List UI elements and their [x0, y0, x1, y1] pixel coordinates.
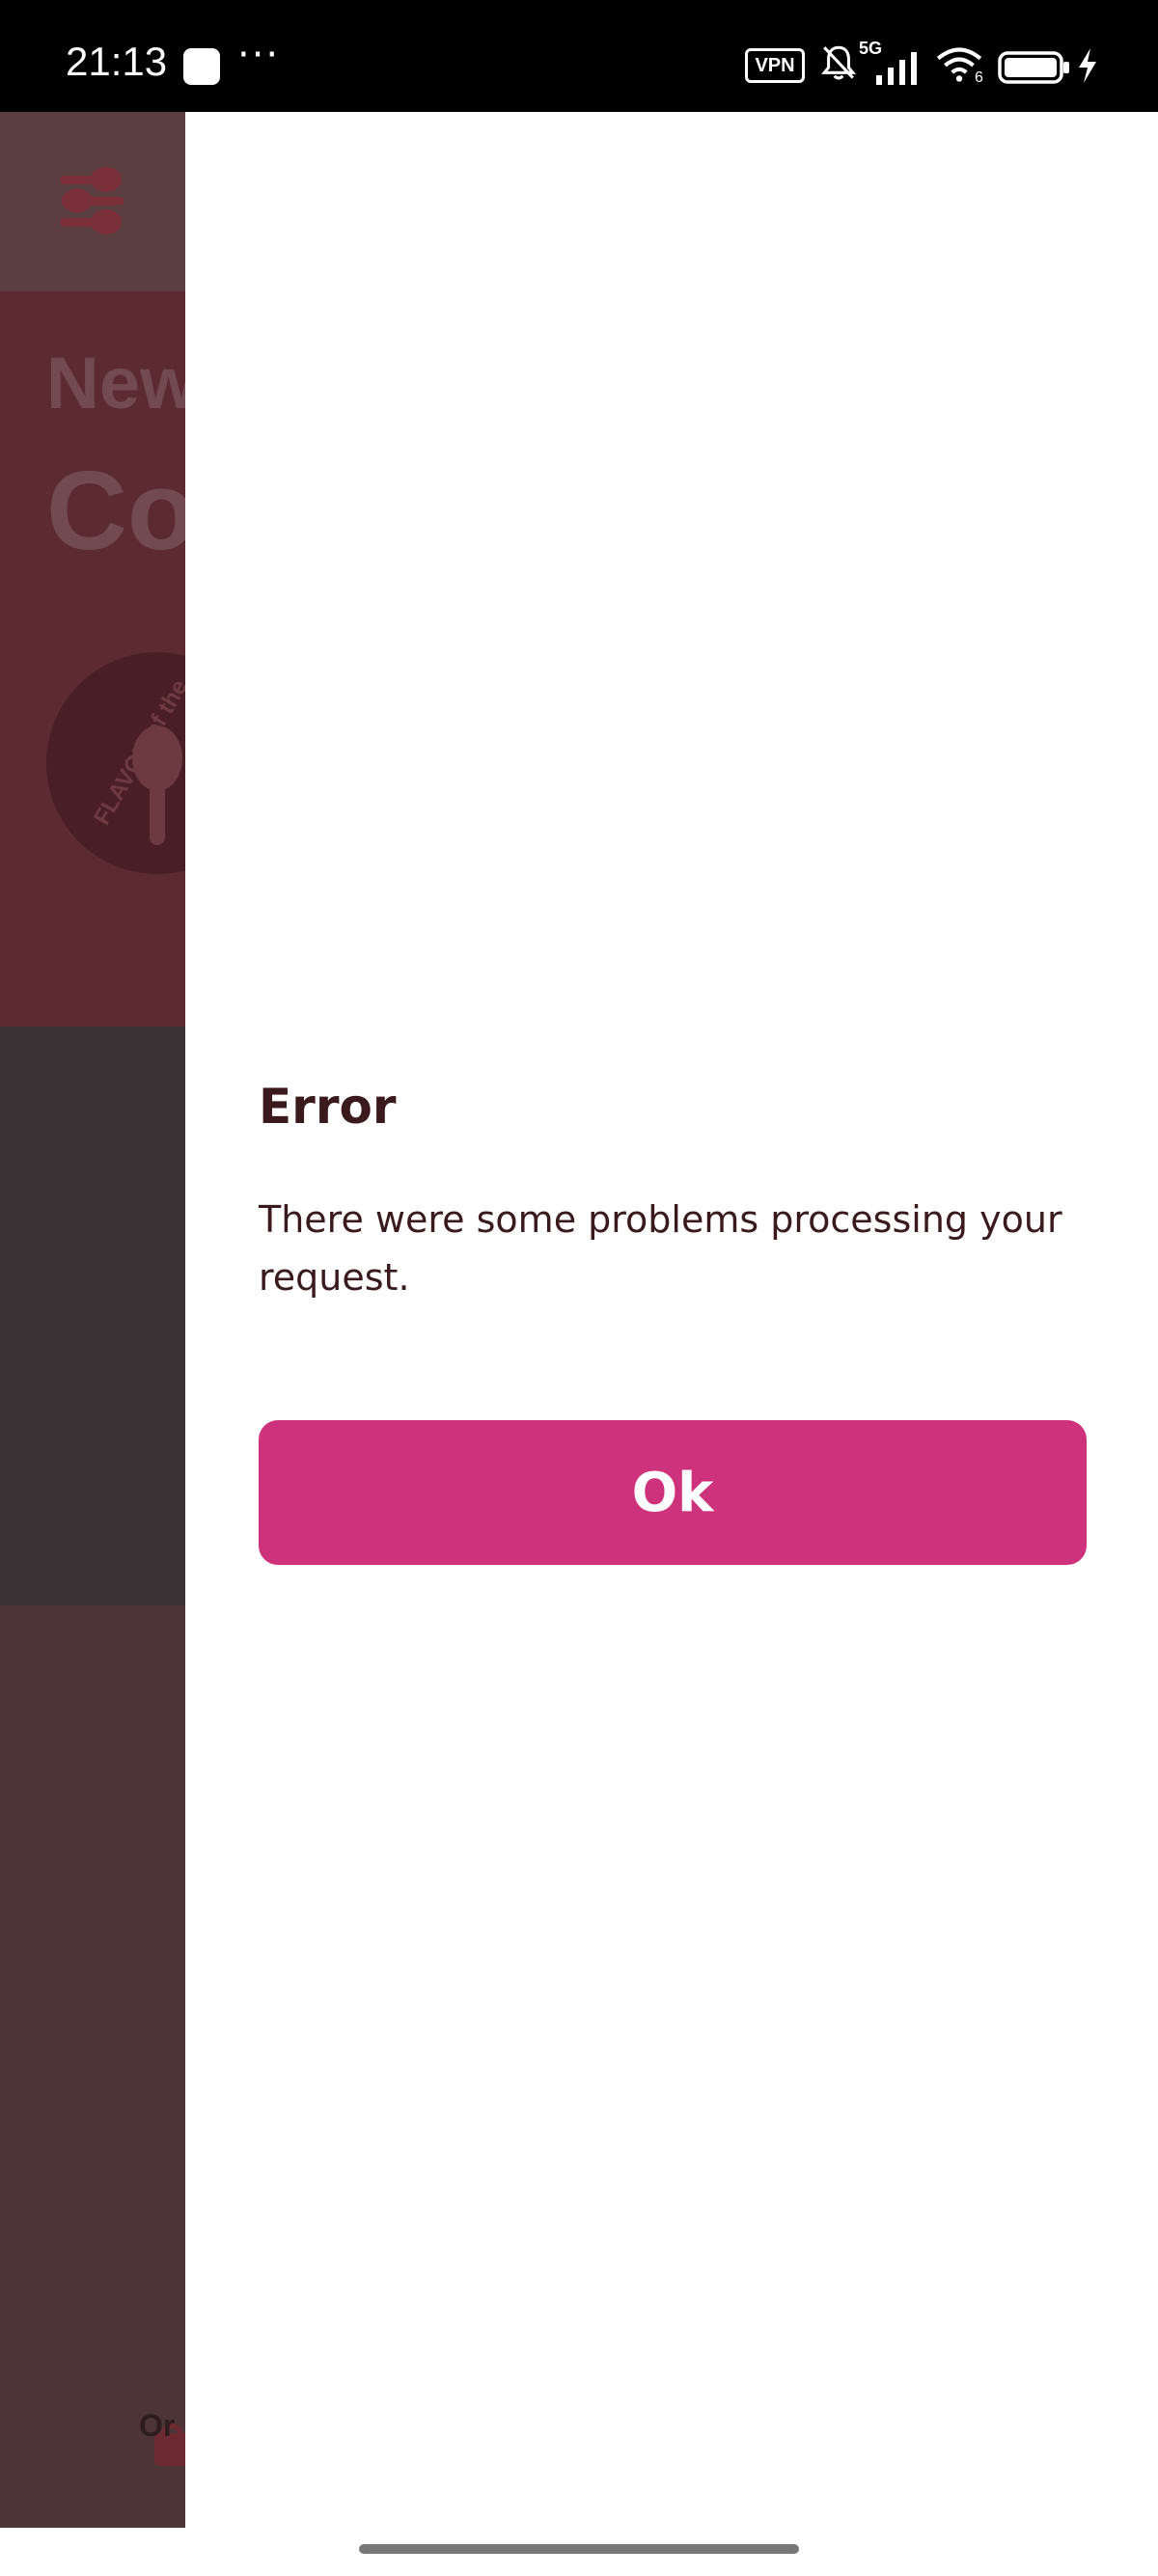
- error-dialog: Error There were some problems processin…: [185, 112, 1158, 2528]
- bell-muted-icon: [820, 45, 857, 80]
- hero-line1: New: [46, 343, 198, 425]
- wifi-badge: 6: [975, 69, 983, 86]
- background-app-header: [0, 112, 185, 291]
- vpn-icon: VPN: [745, 48, 805, 83]
- status-time: 21:13: [66, 39, 168, 84]
- dialog-title: Error: [259, 1079, 397, 1135]
- background-lower-section: [0, 1605, 189, 2528]
- charging-icon: [1079, 48, 1096, 83]
- background-dark-section: [0, 1027, 185, 1605]
- background-app: New Co FLAVOR of the Or: [0, 112, 268, 2528]
- app-notification-icon: [183, 48, 220, 85]
- home-indicator[interactable]: [359, 2544, 799, 2554]
- signal-icon: [876, 52, 917, 85]
- dialog-message: There were some problems processing your…: [259, 1198, 1062, 1299]
- more-notifications-icon: ···: [237, 33, 281, 77]
- status-bar: 21:13 ··· VPN 5G 6: [0, 0, 1158, 112]
- nav-label-orders: Or: [139, 2408, 176, 2443]
- hero-line2: Co: [46, 448, 196, 573]
- gesture-nav-bar: [0, 2528, 1158, 2576]
- ok-button[interactable]: Ok: [259, 1420, 1087, 1565]
- battery-icon: [998, 51, 1069, 84]
- spoons-menu-icon: [60, 167, 124, 234]
- background-hero: New Co FLAVOR of the: [0, 291, 268, 1027]
